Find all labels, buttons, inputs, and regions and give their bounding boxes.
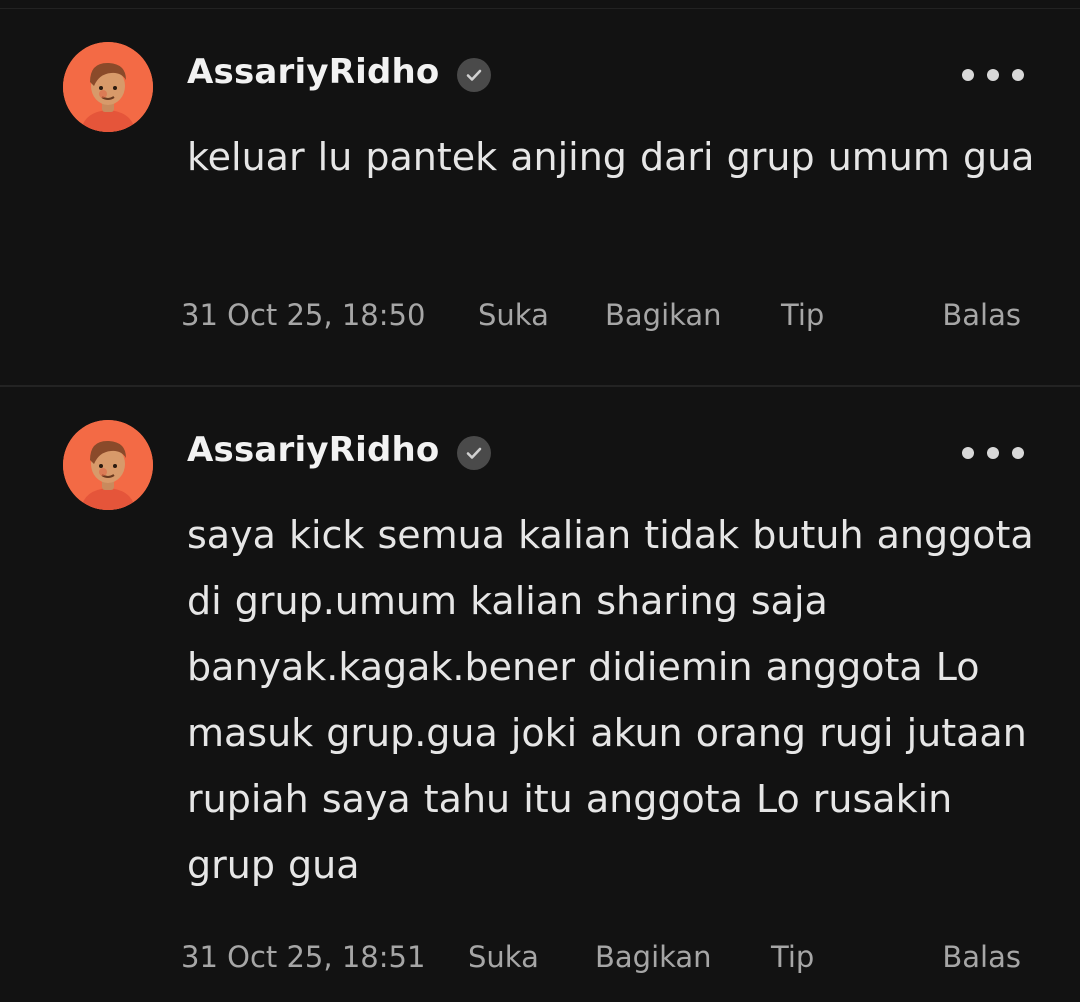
more-dots-icon[interactable] [962, 63, 1024, 87]
reply-button[interactable]: Balas [942, 298, 1021, 332]
avatar-illustration-icon [63, 420, 153, 510]
dot [987, 447, 999, 459]
timestamp: 31 Oct 25, 18:50 [181, 298, 426, 332]
dot [962, 69, 974, 81]
avatar[interactable] [63, 42, 153, 132]
share-button[interactable]: Bagikan [595, 940, 712, 974]
avatar[interactable] [63, 420, 153, 510]
share-button[interactable]: Bagikan [605, 298, 722, 332]
check-badge-icon [457, 436, 491, 470]
timestamp: 31 Oct 25, 18:51 [181, 940, 426, 974]
reply-button[interactable]: Balas [942, 940, 1021, 974]
like-button[interactable]: Suka [468, 940, 539, 974]
comment-item: AssariyRidho saya kick semua kalian tida… [0, 386, 1080, 1002]
username[interactable]: AssariyRidho [187, 430, 439, 470]
more-dots-icon[interactable] [962, 441, 1024, 465]
like-button[interactable]: Suka [478, 298, 549, 332]
comment-text: keluar lu pantek anjing dari grup umum g… [187, 135, 1035, 179]
tip-button[interactable]: Tip [771, 940, 814, 974]
username[interactable]: AssariyRidho [187, 52, 439, 92]
avatar-illustration-icon [63, 42, 153, 132]
tip-button[interactable]: Tip [781, 298, 824, 332]
dot [987, 69, 999, 81]
dot [1012, 447, 1024, 459]
comment-meta: 31 Oct 25, 18:50 Suka Bagikan Tip Balas [181, 298, 1021, 338]
comment-item: AssariyRidho keluar lu pantek anjing dar… [0, 0, 1080, 386]
comment-text: saya kick semua kalian tidak butuh anggo… [187, 513, 1034, 887]
comment-meta: 31 Oct 25, 18:51 Suka Bagikan Tip Balas [181, 940, 1021, 980]
dot [962, 447, 974, 459]
check-badge-icon [457, 58, 491, 92]
dot [1012, 69, 1024, 81]
